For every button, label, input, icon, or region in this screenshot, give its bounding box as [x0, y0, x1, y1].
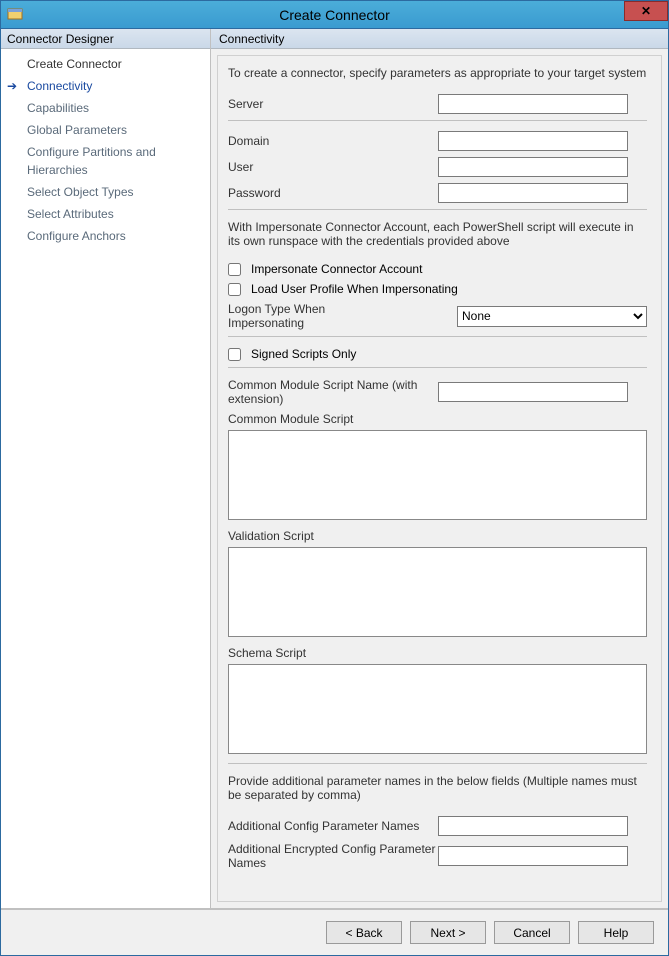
- sidebar: Connector Designer Create Connector ➔ Co…: [1, 29, 211, 908]
- arrow-right-icon: ➔: [7, 77, 17, 95]
- content-body-wrap: To create a connector, specify parameter…: [211, 49, 668, 908]
- close-button[interactable]: ✕: [624, 1, 668, 21]
- nav-configure-anchors[interactable]: Configure Anchors: [1, 225, 210, 247]
- domain-label: Domain: [228, 134, 438, 148]
- validation-script-label: Validation Script: [228, 529, 647, 543]
- server-label: Server: [228, 97, 438, 111]
- sidebar-body: Create Connector ➔ Connectivity Capabili…: [1, 49, 210, 908]
- additional-params-desc: Provide additional parameter names in th…: [228, 774, 647, 802]
- common-module-name-label: Common Module Script Name (with extensio…: [228, 378, 438, 406]
- additional-config-label: Additional Config Parameter Names: [228, 819, 438, 833]
- logon-type-select[interactable]: None: [457, 306, 647, 327]
- signed-scripts-checkbox-label: Signed Scripts Only: [251, 347, 356, 361]
- cancel-button[interactable]: Cancel: [494, 921, 570, 944]
- signed-scripts-checkbox[interactable]: [228, 348, 241, 361]
- close-icon: ✕: [641, 4, 651, 18]
- nav-select-object-types[interactable]: Select Object Types: [1, 181, 210, 203]
- password-label: Password: [228, 186, 438, 200]
- domain-input[interactable]: [438, 131, 628, 151]
- titlebar: Create Connector ✕: [1, 1, 668, 29]
- help-button[interactable]: Help: [578, 921, 654, 944]
- schema-script-textarea[interactable]: [228, 664, 647, 754]
- nav-create-connector[interactable]: Create Connector: [1, 53, 210, 75]
- password-input[interactable]: [438, 183, 628, 203]
- nav-connectivity-label: Connectivity: [27, 79, 92, 93]
- back-button[interactable]: < Back: [326, 921, 402, 944]
- impersonate-desc: With Impersonate Connector Account, each…: [228, 220, 647, 248]
- nav-configure-partitions[interactable]: Configure Partitions and Hierarchies: [1, 141, 210, 181]
- separator: [228, 336, 647, 337]
- content-panel: Connectivity To create a connector, spec…: [211, 29, 668, 908]
- additional-enc-config-label: Additional Encrypted Config Parameter Na…: [228, 842, 438, 870]
- impersonate-checkbox[interactable]: [228, 263, 241, 276]
- user-label: User: [228, 160, 438, 174]
- separator: [228, 367, 647, 368]
- nav-connectivity[interactable]: ➔ Connectivity: [1, 75, 210, 97]
- logon-type-label: Logon Type When Impersonating: [228, 302, 368, 330]
- additional-config-input[interactable]: [438, 816, 628, 836]
- workarea: Connector Designer Create Connector ➔ Co…: [1, 29, 668, 909]
- common-module-name-input[interactable]: [438, 382, 628, 402]
- intro-text: To create a connector, specify parameter…: [228, 66, 647, 80]
- load-profile-checkbox[interactable]: [228, 283, 241, 296]
- common-module-script-textarea[interactable]: [228, 430, 647, 520]
- user-input[interactable]: [438, 157, 628, 177]
- validation-script-textarea[interactable]: [228, 547, 647, 637]
- separator: [228, 209, 647, 210]
- load-profile-checkbox-label: Load User Profile When Impersonating: [251, 282, 458, 296]
- window-title: Create Connector: [279, 7, 390, 23]
- next-button[interactable]: Next >: [410, 921, 486, 944]
- window: Create Connector ✕ Connector Designer Cr…: [0, 0, 669, 956]
- schema-script-label: Schema Script: [228, 646, 647, 660]
- separator: [228, 763, 647, 764]
- impersonate-checkbox-label: Impersonate Connector Account: [251, 262, 422, 276]
- nav-global-parameters[interactable]: Global Parameters: [1, 119, 210, 141]
- common-module-script-label: Common Module Script: [228, 412, 647, 426]
- additional-enc-config-input[interactable]: [438, 846, 628, 866]
- separator: [228, 120, 647, 121]
- nav-select-attributes[interactable]: Select Attributes: [1, 203, 210, 225]
- footer: < Back Next > Cancel Help: [1, 909, 668, 955]
- content-header: Connectivity: [211, 29, 668, 49]
- content-body[interactable]: To create a connector, specify parameter…: [217, 55, 662, 902]
- server-input[interactable]: [438, 94, 628, 114]
- sidebar-header: Connector Designer: [1, 29, 210, 49]
- nav-capabilities[interactable]: Capabilities: [1, 97, 210, 119]
- app-icon: [7, 6, 23, 22]
